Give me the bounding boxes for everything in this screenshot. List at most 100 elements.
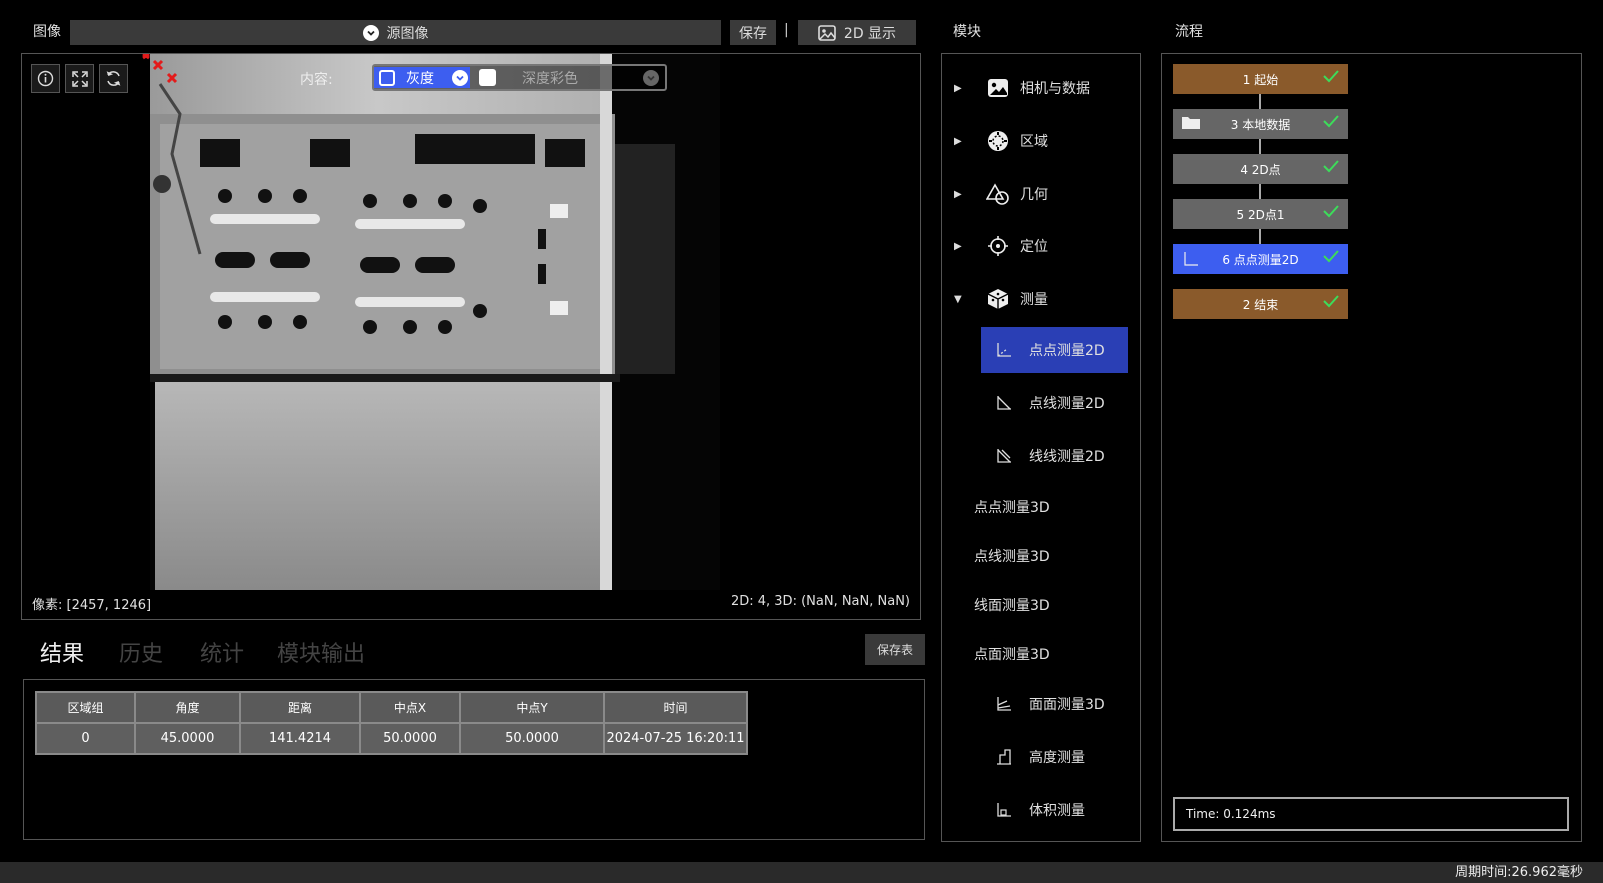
height-icon — [997, 749, 1011, 765]
region-icon — [986, 129, 1010, 153]
column-header: 时间 — [603, 691, 748, 724]
flow-node-point-point-2d[interactable]: 6 点点测量2D — [1173, 244, 1348, 274]
chevron-down-icon — [362, 24, 379, 41]
save-image-button[interactable]: 保存 — [730, 20, 776, 45]
module-item-point-point-3d[interactable]: 点点测量3D — [961, 484, 1128, 530]
module-item-line-plane-3d[interactable]: 线面测量3D — [961, 582, 1128, 628]
info-icon — [37, 70, 54, 87]
module-category-measure[interactable]: ▼ 测量 — [942, 284, 1140, 314]
module-category-region[interactable]: ▶ 区域 — [942, 126, 1140, 156]
module-item-point-line-3d[interactable]: 点线测量3D — [961, 533, 1128, 579]
flow-node-label: 6 点点测量2D — [1222, 252, 1299, 267]
angle-icon — [997, 343, 1011, 357]
column-header: 中点X — [359, 691, 461, 724]
flow-panel-title: 流程 — [1175, 24, 1203, 40]
module-item-point-point-2d[interactable]: 点点测量2D — [981, 327, 1128, 373]
flow-node-local-data[interactable]: 3 本地数据 — [1173, 109, 1348, 139]
depth-option-label: 深度彩色 — [522, 70, 578, 87]
module-item-plane-plane-3d[interactable]: 面面测量3D — [981, 681, 1128, 727]
content-label: 内容: — [300, 72, 333, 88]
flow-node-label: 3 本地数据 — [1230, 117, 1291, 132]
column-header: 角度 — [134, 691, 241, 724]
status-bar: 周期时间:26.962毫秒 — [0, 862, 1603, 883]
module-category-label: 测量 — [1020, 292, 1048, 308]
display-mode-label: 2D 显示 — [843, 25, 897, 42]
table-cell: 50.0000 — [359, 722, 461, 755]
flow-node-2d-point-1[interactable]: 5 2D点1 — [1173, 199, 1348, 229]
content-selector: 灰度 深度彩色 — [372, 64, 667, 91]
point-readout: 2D: 4, 3D: (NaN, NaN, NaN) — [730, 594, 910, 609]
save-table-button[interactable]: 保存表 — [865, 634, 925, 665]
result-table-panel: 区域组 角度 距离 中点X 中点Y 时间 0 45.0000 141.4214 … — [23, 679, 925, 840]
module-item-point-plane-3d[interactable]: 点面测量3D — [961, 631, 1128, 677]
image-panel-title: 图像 — [33, 24, 61, 40]
chevron-down-icon[interactable] — [643, 69, 659, 86]
tab-statistics[interactable]: 统计 — [200, 636, 244, 668]
tab-module-output[interactable]: 模块输出 — [277, 636, 365, 668]
expand-arrow-icon: ▶ — [954, 82, 962, 94]
module-category-camera-data[interactable]: ▶ 相机与数据 — [942, 73, 1140, 103]
line-line-icon — [997, 449, 1011, 463]
source-image-label: 源图像 — [386, 25, 429, 42]
module-item-label: 面面测量3D — [1029, 697, 1105, 713]
table-cell: 141.4214 — [239, 722, 361, 755]
flow-node-label: 1 起始 — [1242, 72, 1279, 87]
module-item-line-line-2d[interactable]: 线线测量2D — [981, 433, 1128, 479]
fit-view-button[interactable] — [65, 64, 94, 93]
plane-plane-icon — [997, 697, 1011, 711]
chevron-down-icon[interactable] — [452, 69, 468, 86]
flow-node-start[interactable]: 1 起始 — [1173, 64, 1348, 94]
table-cell: 2024-07-25 16:20:11 — [603, 722, 748, 755]
module-category-locate[interactable]: ▶ 定位 — [942, 231, 1140, 261]
gray-checkbox[interactable] — [379, 69, 395, 86]
image-viewer[interactable]: 内容: 灰度 深度彩色 像素: [2457, 1246] 2D: 4, 3D: … — [21, 53, 921, 620]
module-category-geometry[interactable]: ▶ 几何 — [942, 179, 1140, 209]
table-cell: 0 — [35, 722, 136, 755]
module-item-label: 线面测量3D — [974, 598, 1050, 614]
collapse-arrow-icon: ▼ — [954, 293, 962, 305]
module-item-label: 体积测量 — [1029, 803, 1085, 819]
tab-result[interactable]: 结果 — [40, 636, 84, 668]
volume-icon — [997, 803, 1011, 817]
module-item-label: 高度测量 — [1029, 750, 1085, 766]
result-table: 区域组 角度 距离 中点X 中点Y 时间 0 45.0000 141.4214 … — [35, 691, 748, 755]
check-icon — [1323, 70, 1339, 83]
table-cell: 45.0000 — [134, 722, 241, 755]
module-item-point-line-2d[interactable]: 点线测量2D — [981, 380, 1128, 426]
image-icon — [986, 76, 1010, 100]
table-row[interactable]: 0 45.0000 141.4214 50.0000 50.0000 2024-… — [35, 722, 748, 755]
module-item-height-measure[interactable]: 高度测量 — [981, 734, 1128, 780]
check-icon — [1323, 250, 1339, 263]
module-category-label: 几何 — [1020, 187, 1048, 203]
tab-history[interactable]: 历史 — [119, 636, 163, 668]
image-icon — [818, 24, 836, 41]
module-category-label: 定位 — [1020, 239, 1048, 255]
module-item-label: 点面测量3D — [974, 647, 1050, 663]
check-icon — [1323, 205, 1339, 218]
flow-node-end[interactable]: 2 结束 — [1173, 289, 1348, 319]
module-item-label: 点线测量3D — [974, 549, 1050, 565]
gray-option[interactable]: 灰度 — [374, 67, 470, 88]
column-header: 距离 — [239, 691, 361, 724]
crosshair-icon — [986, 234, 1010, 258]
info-button[interactable] — [31, 64, 60, 93]
cycle-time: 周期时间:26.962毫秒 — [1455, 865, 1583, 880]
module-item-label: 点线测量2D — [1029, 396, 1105, 412]
expand-arrow-icon: ▶ — [954, 240, 962, 252]
check-icon — [1323, 160, 1339, 173]
column-header: 中点Y — [459, 691, 605, 724]
geometry-icon — [986, 182, 1010, 206]
pixel-readout: 像素: [2457, 1246] — [32, 598, 152, 613]
module-category-label: 相机与数据 — [1020, 81, 1090, 97]
refresh-button[interactable] — [99, 64, 128, 93]
source-image-dropdown[interactable]: 源图像 — [70, 20, 721, 45]
module-category-label: 区域 — [1020, 134, 1048, 150]
expand-arrow-icon: ▶ — [954, 135, 962, 147]
check-icon — [1323, 115, 1339, 128]
depth-checkbox[interactable] — [479, 69, 496, 86]
module-item-volume-measure[interactable]: 体积测量 — [981, 787, 1128, 833]
flow-node-2d-point[interactable]: 4 2D点 — [1173, 154, 1348, 184]
flow-node-label: 2 结束 — [1242, 297, 1279, 312]
folder-icon — [1182, 117, 1200, 129]
display-mode-button[interactable]: 2D 显示 — [798, 20, 916, 45]
